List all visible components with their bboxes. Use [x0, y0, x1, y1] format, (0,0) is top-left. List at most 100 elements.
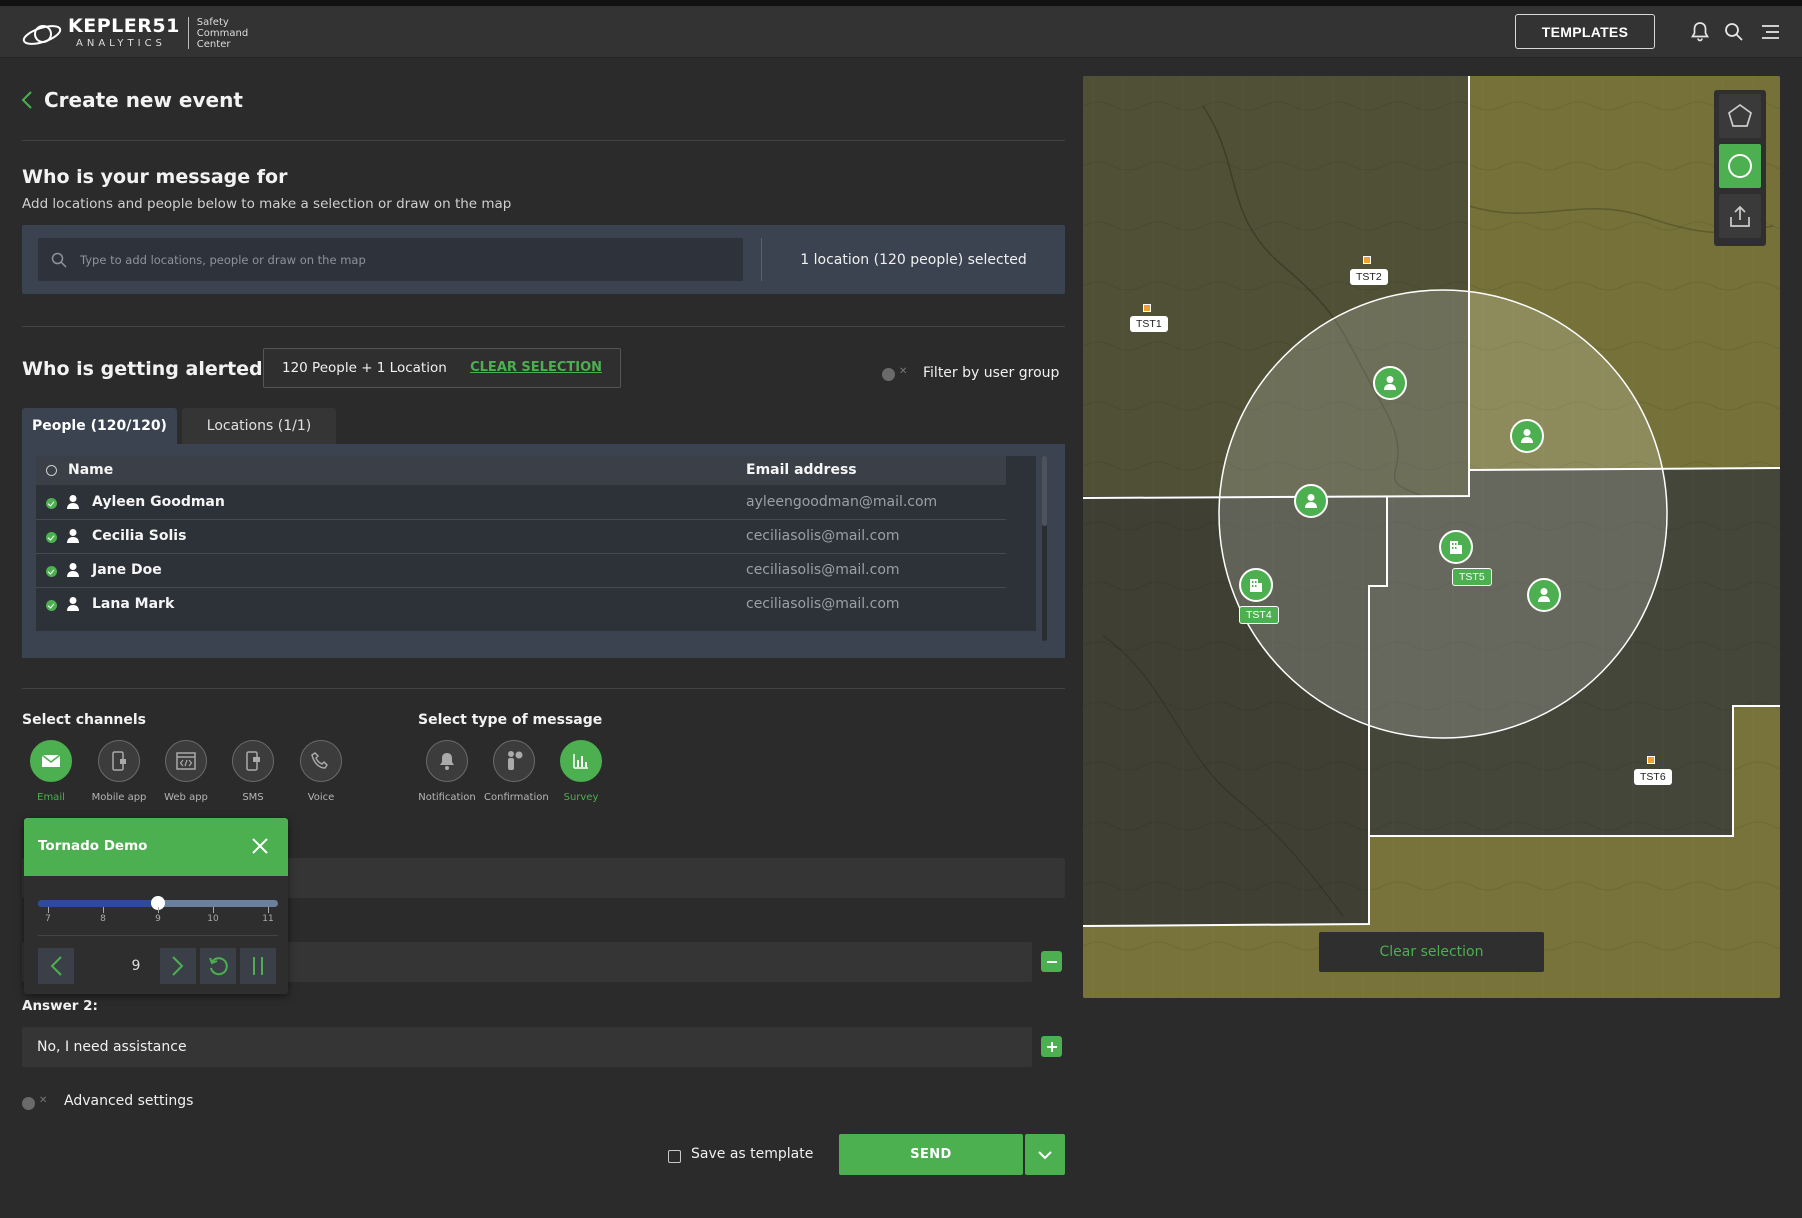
tab-people[interactable]: People (120/120) — [22, 408, 177, 444]
channel-sms[interactable]: SMS — [223, 740, 283, 803]
clear-selection-link[interactable]: CLEAR SELECTION — [470, 360, 602, 375]
answer2-label: Answer 2: — [22, 998, 98, 1014]
map-label-tst6[interactable]: TST6 — [1634, 769, 1672, 785]
recipient-search-box[interactable] — [38, 238, 743, 281]
draw-polygon-button[interactable] — [1719, 94, 1761, 138]
answer2-input[interactable] — [37, 1027, 937, 1067]
advanced-settings-label: Advanced settings — [64, 1093, 194, 1109]
add-answer-button[interactable] — [1041, 1036, 1062, 1057]
advanced-settings-toggle[interactable]: ✕ — [22, 1095, 48, 1111]
slider-tick — [158, 907, 159, 913]
recipients-heading: Who is your message for — [22, 166, 288, 188]
map-label-tst4[interactable]: TST4 — [1239, 606, 1279, 624]
event-form: Create new event Who is your message for… — [0, 58, 1080, 1218]
message-type-survey[interactable]: Survey — [551, 740, 611, 803]
person-marker[interactable] — [1294, 484, 1328, 518]
person-email: ceciliasolis@mail.com — [746, 528, 900, 544]
plus-icon — [1046, 1041, 1057, 1052]
next-frame-button[interactable] — [160, 948, 196, 984]
channel-email[interactable]: Email — [21, 740, 81, 803]
recipients-subheading: Add locations and people below to make a… — [22, 196, 512, 212]
sms-icon — [246, 751, 260, 771]
draw-circle-button[interactable] — [1719, 144, 1761, 188]
channel-web-app[interactable]: Web app — [156, 740, 216, 803]
map-canvas[interactable] — [1083, 76, 1780, 998]
location-pin-icon[interactable] — [1647, 756, 1655, 764]
select-all-radio[interactable] — [46, 465, 57, 476]
person-name: Lana Mark — [92, 596, 175, 612]
product-name: Safety Command Center — [196, 16, 249, 50]
polygon-icon — [1728, 103, 1752, 127]
scrollbar-thumb[interactable] — [1042, 456, 1047, 526]
app-window: KEPLER51 ANALYTICS Safety Command Center… — [0, 6, 1802, 1218]
previous-frame-button[interactable] — [38, 948, 74, 984]
brand-logo[interactable]: KEPLER51 ANALYTICS Safety Command Center — [22, 15, 248, 51]
send-button[interactable]: SEND — [839, 1134, 1023, 1175]
pause-button[interactable] — [240, 948, 276, 984]
tab-locations[interactable]: Locations (1/1) — [182, 408, 336, 444]
alerted-summary-box: 120 People + 1 Location CLEAR SELECTION — [263, 348, 621, 388]
menu-icon[interactable] — [1758, 20, 1782, 44]
timeline-slider[interactable] — [38, 896, 278, 910]
location-pin-icon[interactable] — [1143, 304, 1151, 312]
slider-tick — [103, 907, 104, 913]
recipient-search-input[interactable] — [80, 252, 720, 267]
map-clear-selection-button[interactable]: Clear selection — [1319, 932, 1544, 972]
person-email: ceciliasolis@mail.com — [746, 596, 900, 612]
building-marker[interactable] — [1439, 530, 1473, 564]
person-icon — [1384, 376, 1396, 390]
person-marker[interactable] — [1527, 578, 1561, 612]
search-icon[interactable] — [1722, 20, 1746, 44]
save-template-label: Save as template — [691, 1146, 814, 1162]
alerted-summary: 120 People + 1 Location — [282, 360, 447, 376]
upload-shape-button[interactable] — [1719, 194, 1761, 238]
person-icon — [1521, 429, 1533, 443]
person-marker[interactable] — [1510, 419, 1544, 453]
row-check-icon[interactable] — [46, 566, 57, 577]
table-scrollbar[interactable] — [1042, 456, 1047, 641]
row-check-icon[interactable] — [46, 600, 57, 611]
chevron-right-icon — [172, 956, 184, 976]
location-pin-icon[interactable] — [1363, 256, 1371, 264]
replay-button[interactable] — [200, 948, 236, 984]
page-title: Create new event — [44, 88, 243, 112]
map-label-tst5[interactable]: TST5 — [1452, 568, 1492, 586]
send-options-button[interactable] — [1025, 1134, 1065, 1175]
channel-mobile-app[interactable]: Mobile app — [89, 740, 149, 803]
logo-divider — [187, 17, 189, 49]
divider — [22, 688, 1065, 689]
row-check-icon[interactable] — [46, 498, 57, 509]
person-check-icon — [508, 751, 523, 770]
map-label-tst1[interactable]: TST1 — [1130, 316, 1168, 332]
building-marker[interactable] — [1239, 568, 1273, 602]
table-row[interactable]: Ayleen Goodman ayleengoodman@mail.com — [36, 486, 1006, 520]
back-chevron-icon[interactable] — [20, 90, 34, 110]
answer2-field[interactable] — [22, 1027, 1032, 1067]
table-row[interactable]: Cecilia Solis ceciliasolis@mail.com — [36, 520, 1006, 554]
table-row[interactable]: Jane Doe ceciliasolis@mail.com — [36, 554, 1006, 588]
row-check-icon[interactable] — [46, 532, 57, 543]
remove-answer-button[interactable] — [1041, 951, 1062, 972]
map-view[interactable]: TST1 TST2 TST6 TST5 TST4 — [1083, 76, 1780, 998]
message-type-confirmation[interactable]: Confirmation — [484, 740, 549, 803]
bell-icon[interactable] — [1688, 20, 1712, 44]
slider-tick-label: 9 — [155, 914, 161, 924]
slider-tick — [213, 907, 214, 913]
filter-user-group-toggle[interactable]: ✕ — [882, 366, 908, 382]
tornado-widget-title: Tornado Demo — [38, 838, 148, 854]
person-name: Cecilia Solis — [92, 528, 187, 544]
person-name: Ayleen Goodman — [92, 494, 225, 510]
person-icon — [67, 495, 79, 509]
save-template-checkbox[interactable] — [668, 1150, 681, 1163]
channel-voice[interactable]: Voice — [291, 740, 351, 803]
map-label-tst2[interactable]: TST2 — [1350, 269, 1388, 285]
close-icon[interactable] — [250, 836, 270, 856]
table-header: Name Email address — [36, 456, 1006, 485]
brand-sub: ANALYTICS — [76, 38, 166, 49]
message-type-notification[interactable]: Notification — [417, 740, 477, 803]
person-email: ceciliasolis@mail.com — [746, 562, 900, 578]
templates-button[interactable]: TEMPLATES — [1515, 14, 1655, 49]
person-marker[interactable] — [1373, 366, 1407, 400]
table-row[interactable]: Lana Mark ceciliasolis@mail.com — [36, 588, 1006, 622]
circle-icon — [1728, 154, 1752, 178]
